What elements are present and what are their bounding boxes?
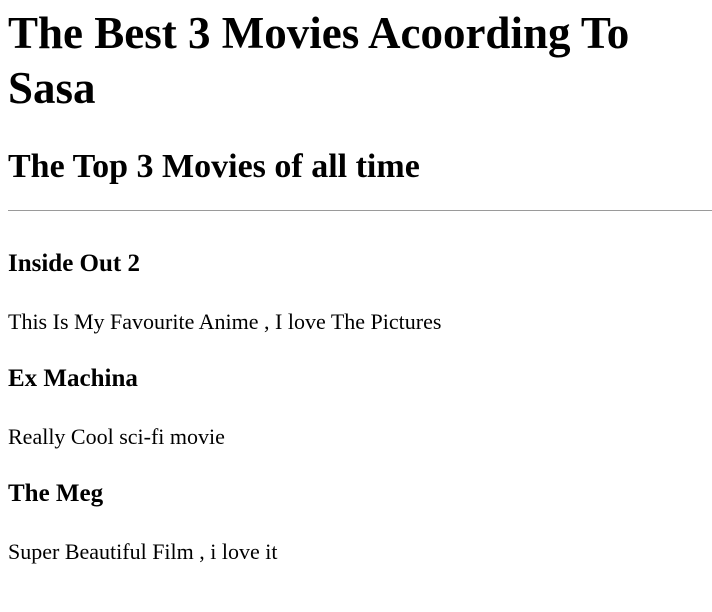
- divider: [8, 210, 712, 211]
- movie-description-1: This Is My Favourite Anime , I love The …: [8, 309, 442, 334]
- page: The Best 3 Movies Acoording To Sasa The …: [0, 0, 712, 564]
- page-title: The Best 3 Movies Acoording To Sasa: [8, 8, 630, 113]
- movie-description-2: Really Cool sci-fi movie: [8, 424, 225, 449]
- page-subtitle: The Top 3 Movies of all time: [8, 148, 420, 185]
- movie-title-1: Inside Out 2: [8, 250, 140, 277]
- movie-title-2: Ex Machina: [8, 365, 138, 392]
- movie-title-3: The Meg: [8, 480, 104, 507]
- movie-description-3: Super Beautiful Film , i love it: [8, 539, 278, 564]
